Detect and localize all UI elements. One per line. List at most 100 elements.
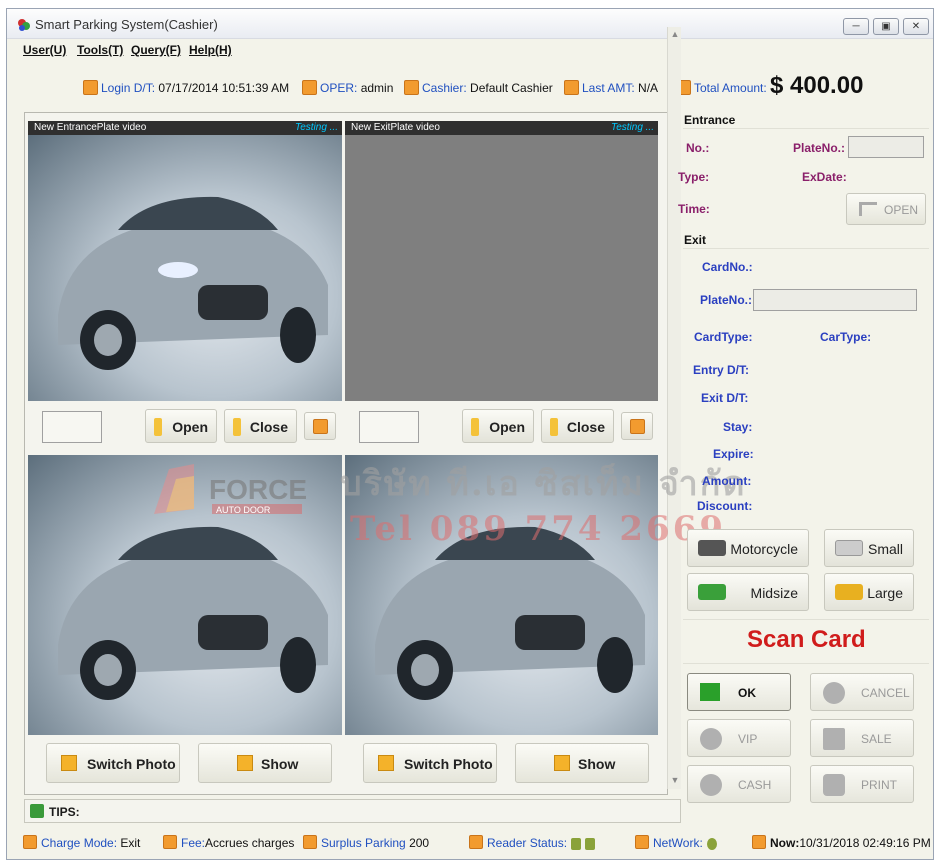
exit-plate-input[interactable] — [753, 289, 917, 311]
app-logo-icon — [18, 19, 30, 31]
open-gate-button[interactable]: OPEN — [846, 193, 926, 225]
exit-cartype-label: CarType: — [820, 330, 872, 344]
charge-mode: Charge Mode: Exit — [41, 836, 141, 850]
info-icon — [30, 804, 44, 818]
barrier-close-icon — [233, 418, 241, 436]
login-icon — [83, 80, 98, 95]
network-icon — [706, 837, 717, 850]
entrance-switch-photo-button[interactable]: Switch Photo — [46, 743, 180, 783]
lightbulb-icon — [700, 728, 722, 750]
entrance-video-header: New EntrancePlate video Testing ... — [28, 121, 342, 135]
switch-photo-icon — [378, 755, 394, 771]
barrier-close-icon — [550, 418, 558, 436]
entrance-video-feed — [28, 135, 342, 401]
cashier-icon — [404, 80, 419, 95]
sale-button[interactable]: SALE — [810, 719, 914, 757]
exit-cardno-label: CardNo.: — [702, 260, 753, 274]
entrance-video-title: New EntrancePlate video — [34, 122, 147, 133]
surplus-parking: Surplus Parking 200 — [321, 836, 430, 850]
title-bar[interactable]: Smart Parking System(Cashier) ─ ▣ ✕ — [7, 9, 933, 39]
vertical-scrollbar[interactable]: ▲ ▼ — [667, 27, 681, 789]
exit-video-feed — [345, 135, 658, 401]
exit-capture-button[interactable] — [621, 412, 653, 440]
entrance-type-label: Type: — [678, 170, 710, 184]
cancel-button[interactable]: CANCEL — [810, 673, 914, 711]
entrance-show-button[interactable]: Show — [198, 743, 332, 783]
entrance-time-label: Time: — [678, 202, 710, 216]
exit-entry-dt-label: Entry D/T: — [693, 363, 750, 377]
exit-discount-label: Discount: — [697, 499, 753, 513]
cash-button[interactable]: CASH — [687, 765, 791, 803]
show-icon — [554, 755, 570, 771]
exit-video-header: New ExitPlate video Testing ... — [345, 121, 658, 135]
car-image — [58, 196, 328, 370]
barrier-open-icon — [154, 418, 162, 436]
force-logo: FORCE AUTO DOOR — [154, 464, 307, 515]
clock-icon — [752, 835, 766, 849]
exit-expire-label: Expire: — [713, 447, 754, 461]
print-button[interactable]: PRINT — [810, 765, 914, 803]
exit-cardtype-label: CardType: — [694, 330, 753, 344]
company-name-watermark: บริษัท ที.เอ ซิสเท็ม จำกัด — [340, 464, 747, 504]
company-logo-watermark: FORCE AUTO DOOR — [154, 464, 324, 524]
close-icon: ✕ — [911, 21, 921, 32]
switch-photo-icon — [61, 755, 77, 771]
entrance-plate-input[interactable] — [848, 136, 924, 158]
exit-heading: Exit — [684, 233, 707, 247]
exit-video-status: Testing ... — [611, 122, 654, 133]
exit-amount-label: Amount: — [702, 474, 752, 488]
menu-query[interactable]: Query(F) — [131, 43, 181, 57]
small-car-icon — [835, 540, 863, 556]
status-bar: Charge Mode: Exit Fee:Accrues charges Su… — [7, 831, 933, 855]
menu-user[interactable]: User(U) — [23, 43, 66, 57]
exit-exit-dt-label: Exit D/T: — [701, 391, 749, 405]
motorcycle-button[interactable]: Motorcycle — [687, 529, 809, 567]
exit-plate-field[interactable] — [359, 411, 419, 443]
reader-1-icon — [571, 837, 582, 850]
barrier-open-icon — [471, 418, 479, 436]
window-title: Smart Parking System(Cashier) — [35, 17, 218, 32]
operator-icon — [302, 80, 317, 95]
reader-status: Reader Status: — [487, 836, 596, 850]
divider — [683, 128, 929, 129]
menu-help[interactable]: Help(H) — [189, 43, 232, 57]
capture-icon — [630, 419, 645, 434]
charge-mode-icon — [23, 835, 37, 849]
green-flag-icon — [700, 683, 720, 701]
current-time: Now:10/31/2018 02:49:16 PM — [770, 836, 931, 850]
exit-stay-label: Stay: — [723, 420, 753, 434]
midsize-button[interactable]: Midsize — [687, 573, 809, 611]
last-amount: Last AMT: N/A — [582, 81, 659, 95]
vip-button[interactable]: VIP — [687, 719, 791, 757]
last-amount-icon — [564, 80, 579, 95]
minimize-button[interactable]: ─ — [843, 18, 869, 35]
exit-open-button[interactable]: Open — [462, 409, 534, 443]
exit-video-title: New ExitPlate video — [351, 122, 440, 133]
login-dt: Login D/T: 07/17/2014 10:51:39 AM — [101, 81, 290, 95]
close-window-button[interactable]: ✕ — [903, 18, 929, 35]
svg-text:AUTO DOOR: AUTO DOOR — [216, 505, 271, 515]
scroll-up-icon[interactable]: ▲ — [668, 27, 682, 41]
entrance-heading: Entrance — [684, 113, 736, 127]
entrance-no-label: No.: — [686, 141, 710, 155]
exit-show-button[interactable]: Show — [515, 743, 649, 783]
restore-button[interactable]: ▣ — [873, 18, 899, 35]
cashier: Cashier: Default Cashier — [422, 81, 553, 95]
exit-switch-photo-button[interactable]: Switch Photo — [363, 743, 497, 783]
ok-button[interactable]: OK — [687, 673, 791, 711]
entrance-plate-field[interactable] — [42, 411, 102, 443]
entrance-capture-button[interactable] — [304, 412, 336, 440]
scroll-down-icon[interactable]: ▼ — [668, 773, 682, 787]
show-icon — [237, 755, 253, 771]
small-button[interactable]: Small — [824, 529, 914, 567]
divider — [683, 248, 929, 249]
entrance-open-button[interactable]: Open — [145, 409, 217, 443]
exit-close-button[interactable]: Close — [541, 409, 614, 443]
large-truck-icon — [835, 584, 863, 600]
menu-tools[interactable]: Tools(T) — [77, 43, 123, 57]
capture-icon — [313, 419, 328, 434]
entrance-close-button[interactable]: Close — [224, 409, 297, 443]
printer-icon — [823, 774, 845, 796]
divider — [683, 663, 929, 664]
large-button[interactable]: Large — [824, 573, 914, 611]
